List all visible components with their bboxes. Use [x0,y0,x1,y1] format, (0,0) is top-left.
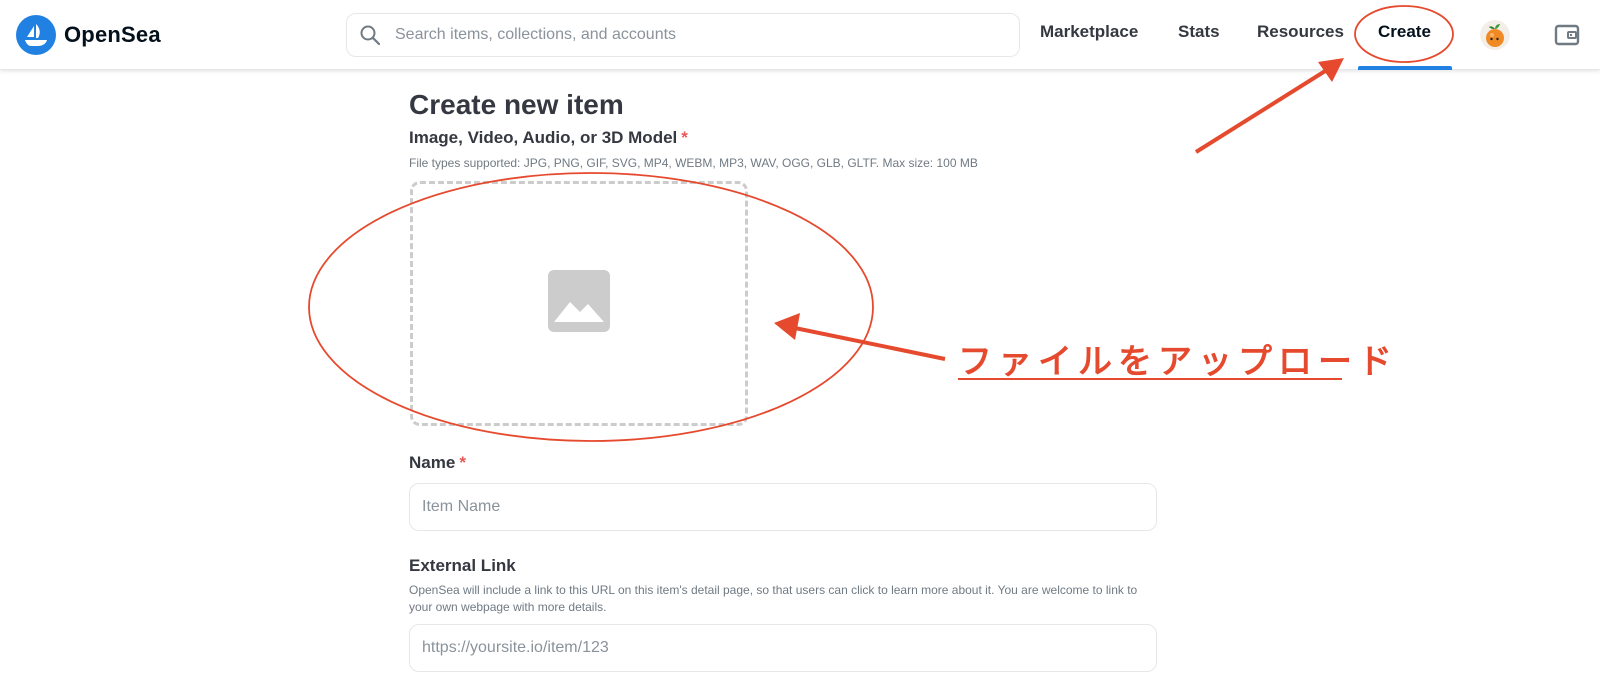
opensea-logo-link[interactable]: OpenSea [16,15,161,55]
nav-resources[interactable]: Resources [1257,22,1344,42]
orange-fruit-avatar[interactable] [1480,20,1510,50]
upload-callout-text: ファイルをアップロード [958,343,1398,381]
image-placeholder-icon [548,270,610,337]
required-asterisk: * [459,453,466,472]
callout-underline [958,378,1342,380]
name-label-text: Name [409,453,456,472]
media-upload-dropzone[interactable] [410,181,748,426]
search-icon [359,24,381,46]
external-link-help-text: OpenSea will include a link to this URL … [409,583,1138,614]
external-link-input[interactable] [409,624,1157,672]
search-bar[interactable] [346,13,1020,57]
opensea-boat-icon [16,15,56,55]
media-label-text: Image, Video, Audio, or 3D Model [409,128,678,147]
upload-arrow-head [774,313,800,340]
search-input[interactable] [393,25,993,45]
item-name-input[interactable] [409,483,1157,531]
brand-name: OpenSea [64,22,161,47]
upload-arrow [789,325,946,361]
required-asterisk: * [681,128,688,147]
nav-marketplace[interactable]: Marketplace [1040,22,1138,42]
page-title: Create new item [409,89,624,120]
nav-create[interactable]: Create [1378,22,1431,42]
create-arrow [1194,66,1332,154]
media-field-label: Image, Video, Audio, or 3D Model * [409,128,688,148]
media-help-text: File types supported: JPG, PNG, GIF, SVG… [409,156,978,170]
name-field-label: Name * [409,453,466,473]
active-tab-indicator [1358,66,1452,70]
nav-stats[interactable]: Stats [1178,22,1220,42]
top-navigation-bar: OpenSea Marketplace Stats Resources Crea… [0,0,1600,70]
external-link-label: External Link [409,556,516,575]
wallet-icon[interactable] [1553,21,1581,49]
